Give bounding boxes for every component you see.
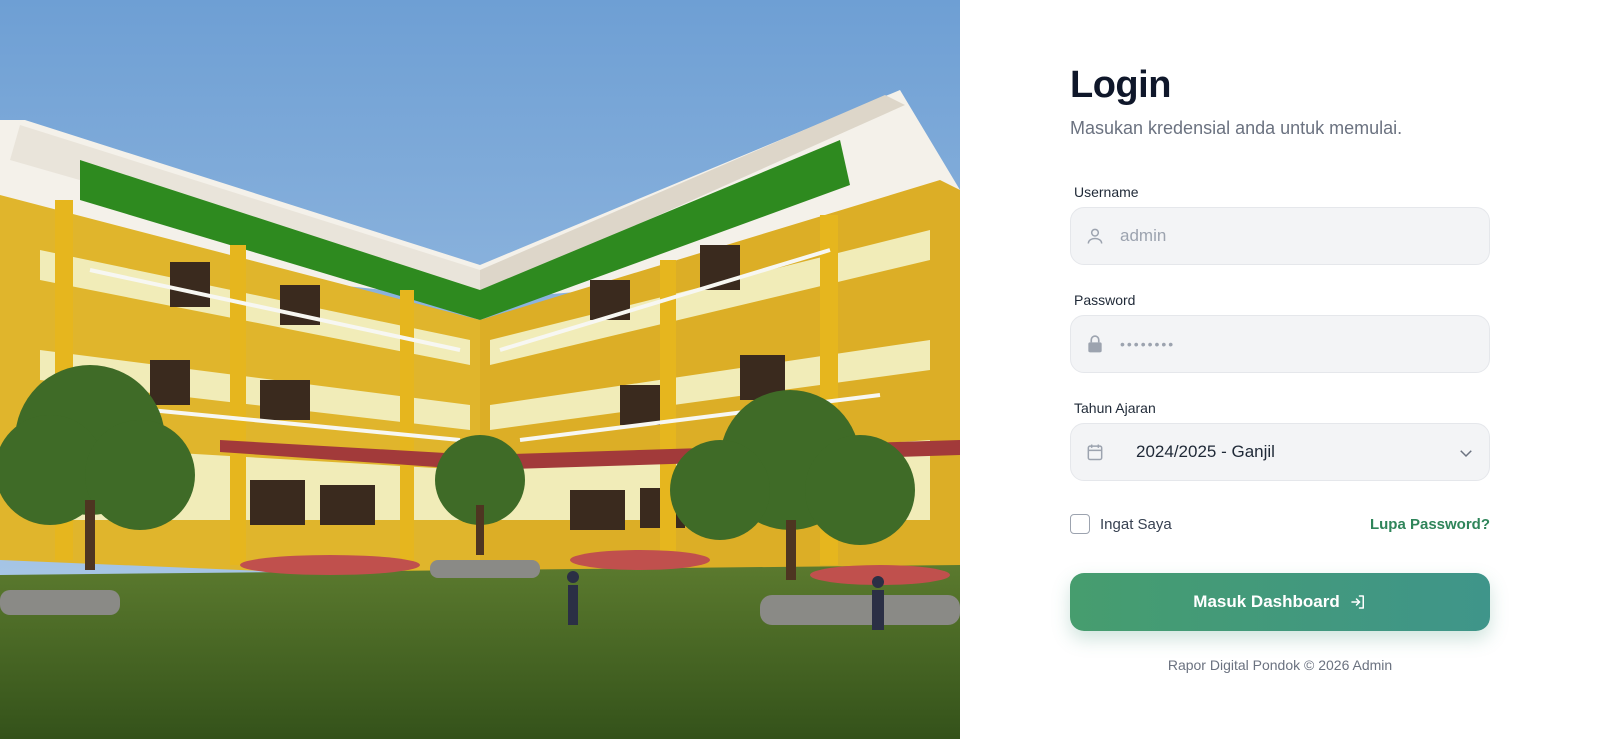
- page-title: Login: [1070, 64, 1171, 106]
- options-row: Ingat Saya Lupa Password?: [1070, 513, 1490, 535]
- remember-me-label: Ingat Saya: [1100, 515, 1172, 533]
- remember-me-checkbox[interactable]: [1070, 514, 1090, 534]
- school-building-image: [0, 0, 960, 739]
- sign-in-icon: [1350, 595, 1364, 609]
- login-panel: Login Masukan kredensial anda untuk memu…: [960, 0, 1600, 739]
- calendar-icon: [1087, 444, 1103, 461]
- password-label: Password: [1074, 292, 1136, 308]
- username-placeholder: admin: [1120, 226, 1167, 245]
- chevron-down-icon: [1460, 450, 1472, 458]
- password-field[interactable]: ••••••••: [1070, 315, 1490, 373]
- username-field[interactable]: admin: [1070, 207, 1490, 265]
- username-group: Username admin: [1070, 183, 1490, 265]
- submit-button-label: Masuk Dashboard: [1193, 592, 1340, 611]
- remember-me[interactable]: Ingat Saya: [1070, 514, 1172, 534]
- login-form: Login Masukan kredensial anda untuk memu…: [1070, 60, 1490, 673]
- submit-button[interactable]: Masuk Dashboard: [1070, 573, 1490, 631]
- password-masked-value: ••••••••: [1120, 336, 1176, 352]
- forgot-password-link[interactable]: Lupa Password?: [1370, 516, 1490, 533]
- hero-image: [0, 0, 960, 739]
- lock-icon: [1088, 335, 1102, 353]
- footer-text: Rapor Digital Pondok © 2026 Admin: [1167, 657, 1393, 673]
- page-subtitle: Masukan kredensial anda untuk memulai.: [1070, 118, 1403, 138]
- academic-year-label: Tahun Ajaran: [1074, 400, 1156, 416]
- academic-year-select[interactable]: 2024/2025 - Ganjil: [1070, 423, 1490, 481]
- password-group: Password ••••••••: [1070, 291, 1490, 373]
- user-icon: [1087, 228, 1103, 244]
- academic-year-group: Tahun Ajaran 2024/2025 - Ganjil: [1070, 399, 1490, 481]
- username-label: Username: [1074, 184, 1139, 200]
- academic-year-value: 2024/2025 - Ganjil: [1136, 442, 1275, 461]
